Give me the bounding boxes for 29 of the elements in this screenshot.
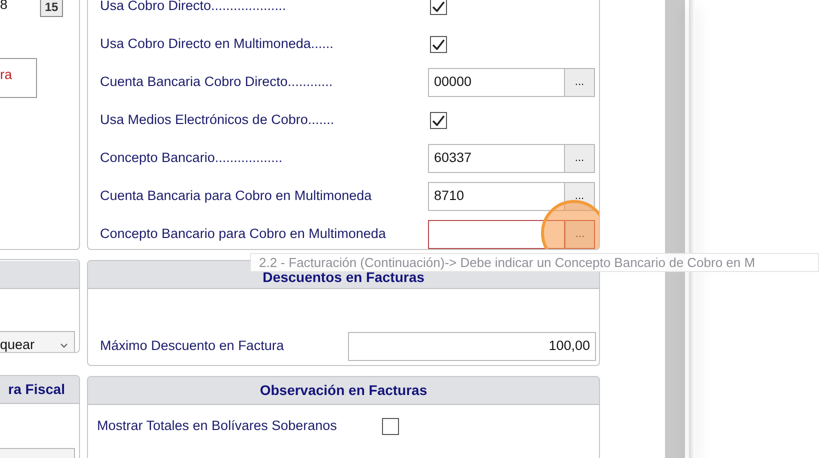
text-field[interactable]: 60337 (428, 144, 565, 172)
browse-button[interactable]: ... (565, 68, 595, 96)
discount-field[interactable]: 100,00 (348, 332, 596, 360)
text-field[interactable] (428, 220, 565, 248)
field-label: Usa Cobro Directo en Multimoneda...... (100, 34, 334, 53)
field-label: Concepto Bancario.................. (100, 148, 284, 167)
field-label: Mostrar Totales en Bolívares Soberanos (97, 416, 338, 435)
browse-button[interactable]: ... (565, 144, 595, 172)
checkbox[interactable] (382, 418, 399, 434)
calendar-button[interactable]: 15 (40, 0, 63, 16)
checkbox[interactable] (430, 112, 447, 128)
checkbox[interactable] (430, 36, 447, 52)
field-label: Usa Cobro Directo.................... (100, 0, 288, 15)
panel-title: Descuentos en Facturas (262, 270, 424, 285)
chevron-down-icon (60, 342, 68, 348)
tooltip: 2.2 - Facturación (Continuación)-> Debe indicar un Concepto Bancario de Cobro en M (250, 253, 819, 272)
field-label: Máximo Descuento en Factura (100, 336, 285, 355)
field-label: Usa Medios Electrónicos de Cobro....... (100, 110, 336, 129)
dropdown[interactable]: quear (0, 331, 75, 352)
panel-title: Observación en Facturas (260, 381, 428, 400)
checkbox[interactable] (430, 0, 447, 14)
field-label: Concepto Bancario para Cobro en Multimoneda (100, 224, 387, 243)
text-field[interactable]: 8710 (428, 182, 565, 210)
text-field[interactable]: 00000 (428, 68, 565, 96)
field-label: Cuenta Bancaria para Cobro en Multimoneda (100, 186, 373, 205)
panel-title: ra Fiscal (8, 380, 65, 399)
browse-button[interactable]: ... (565, 182, 595, 210)
field-label: Cuenta Bancaria Cobro Directo............ (100, 72, 334, 91)
note-field[interactable]: ra (0, 58, 37, 98)
